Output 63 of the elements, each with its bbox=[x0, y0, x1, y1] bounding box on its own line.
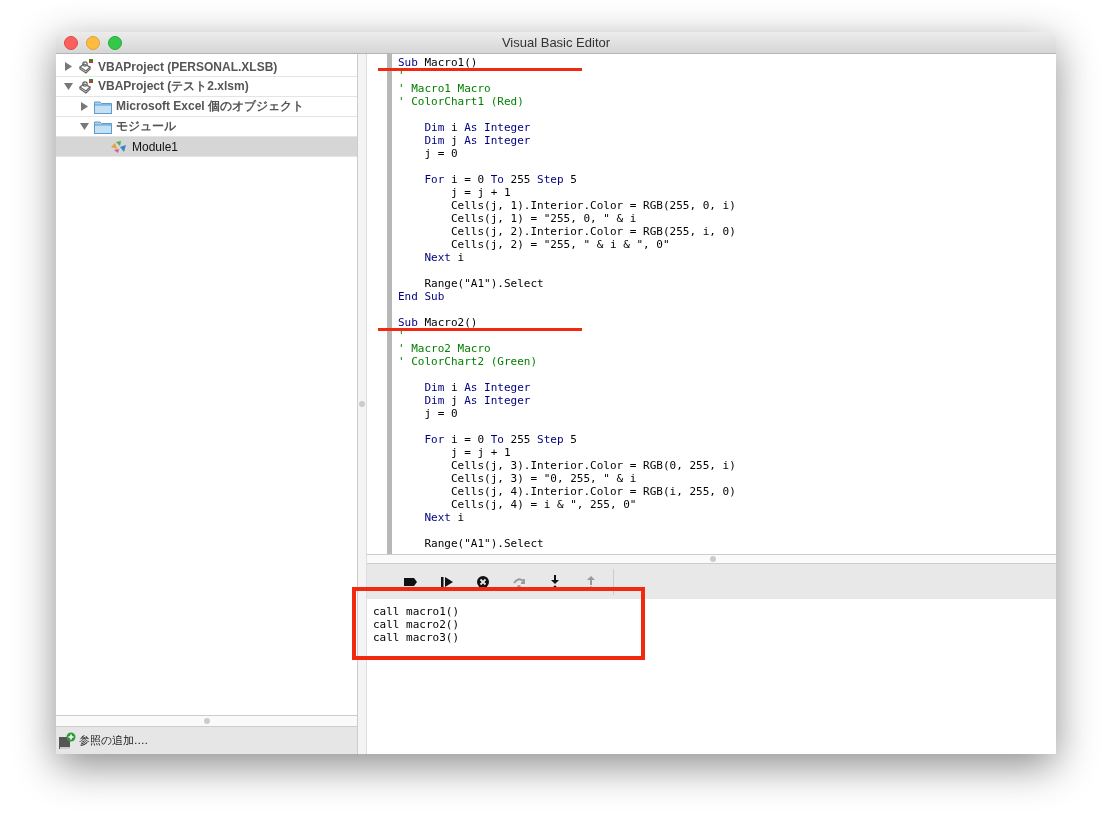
tree-label: VBAProject (テスト2.xlsm) bbox=[98, 78, 249, 95]
collapsed-triangle-icon[interactable] bbox=[80, 102, 89, 111]
code-line: Cells(j, 4) = i & ", 255, 0" bbox=[449, 498, 637, 511]
code-line: ' ColorChart1 (Red) bbox=[398, 95, 524, 108]
code-line: Next i bbox=[423, 511, 465, 524]
immediate-line: call macro3() bbox=[373, 631, 460, 644]
tree-label: Module1 bbox=[132, 139, 179, 154]
code-line: Sub Macro2() bbox=[398, 316, 478, 329]
code-line: Dim j As Integer bbox=[423, 394, 531, 407]
code-line: j = 0 bbox=[423, 147, 458, 160]
collapsed-triangle-icon[interactable] bbox=[64, 62, 73, 71]
add-reference-button[interactable]: 参照の追加.... bbox=[56, 726, 357, 754]
splitter-handle[interactable] bbox=[367, 554, 1056, 564]
run-icon bbox=[440, 574, 454, 589]
code-line: Cells(j, 1).Interior.Color = RGB(255, 0, i) bbox=[449, 199, 736, 212]
book-plus-icon bbox=[58, 731, 76, 750]
expanded-triangle-icon[interactable] bbox=[64, 82, 73, 91]
tree-label: モジュール bbox=[116, 118, 176, 135]
immediate-line: call macro2() bbox=[373, 618, 460, 631]
code-line: j = j + 1 bbox=[449, 186, 511, 199]
code-line: ' bbox=[398, 69, 405, 82]
folder-icon bbox=[94, 119, 112, 134]
expanded-triangle-icon[interactable] bbox=[80, 122, 89, 131]
tree-label: VBAProject (PERSONAL.XLSB) bbox=[98, 59, 278, 74]
code-line: ' bbox=[398, 329, 405, 342]
code-line: Sub Macro1() bbox=[398, 56, 478, 69]
splitter-handle[interactable] bbox=[56, 715, 357, 726]
tree-item[interactable]: VBAProject (PERSONAL.XLSB) bbox=[56, 57, 357, 77]
close-button[interactable] bbox=[64, 36, 78, 50]
splitter-handle[interactable] bbox=[357, 54, 367, 754]
code-line: Next i bbox=[423, 251, 465, 264]
tree-item[interactable]: Module1 bbox=[56, 137, 357, 157]
code-line: For i = 0 To 255 Step 5 bbox=[423, 433, 577, 446]
immediate-line: call macro1() bbox=[373, 605, 460, 618]
code-line: For i = 0 To 255 Step 5 bbox=[423, 173, 577, 186]
code-line: Cells(j, 3) = "0, 255, " & i bbox=[449, 472, 637, 485]
code-line: Cells(j, 3).Interior.Color = RGB(0, 255, i) bbox=[449, 459, 736, 472]
window-title: Visual Basic Editor bbox=[501, 35, 611, 50]
zoom-button[interactable] bbox=[108, 36, 122, 50]
immediate-pane[interactable]: call macro1() call macro2() call macro3() bbox=[367, 599, 1056, 754]
code-line: Range("A1").Select bbox=[423, 537, 544, 550]
code-line: Cells(j, 1) = "255, 0, " & i bbox=[449, 212, 637, 225]
code-line: ' Macro2 Macro bbox=[398, 342, 491, 355]
code-line: ' Macro1 Macro bbox=[398, 82, 491, 95]
code-line: Dim i As Integer bbox=[423, 121, 531, 134]
project-icon bbox=[78, 79, 94, 94]
code-line: Cells(j, 2) = "255, " & i & ", 0" bbox=[449, 238, 670, 251]
folder-icon bbox=[94, 99, 112, 114]
tree-item[interactable]: Microsoft Excel 個のオブジェクト bbox=[56, 97, 357, 117]
code-line: j = j + 1 bbox=[449, 446, 511, 459]
module-icon bbox=[110, 139, 128, 154]
code-line: Dim i As Integer bbox=[423, 381, 531, 394]
project-icon bbox=[78, 59, 94, 74]
code-line: ' ColorChart2 (Green) bbox=[398, 355, 538, 368]
code-line: Cells(j, 4).Interior.Color = RGB(i, 255, 0) bbox=[449, 485, 736, 498]
tree-item[interactable]: VBAProject (テスト2.xlsm) bbox=[56, 77, 357, 97]
code-line: End Sub bbox=[398, 290, 445, 303]
stop-icon bbox=[476, 574, 490, 589]
code-line: j = 0 bbox=[423, 407, 458, 420]
code-line: Dim j As Integer bbox=[423, 134, 531, 147]
code-line: Range("A1").Select bbox=[423, 277, 544, 290]
tree-label: Microsoft Excel 個のオブジェクト bbox=[116, 98, 305, 115]
code-line: Cells(j, 2).Interior.Color = RGB(255, i, 0) bbox=[449, 225, 736, 238]
